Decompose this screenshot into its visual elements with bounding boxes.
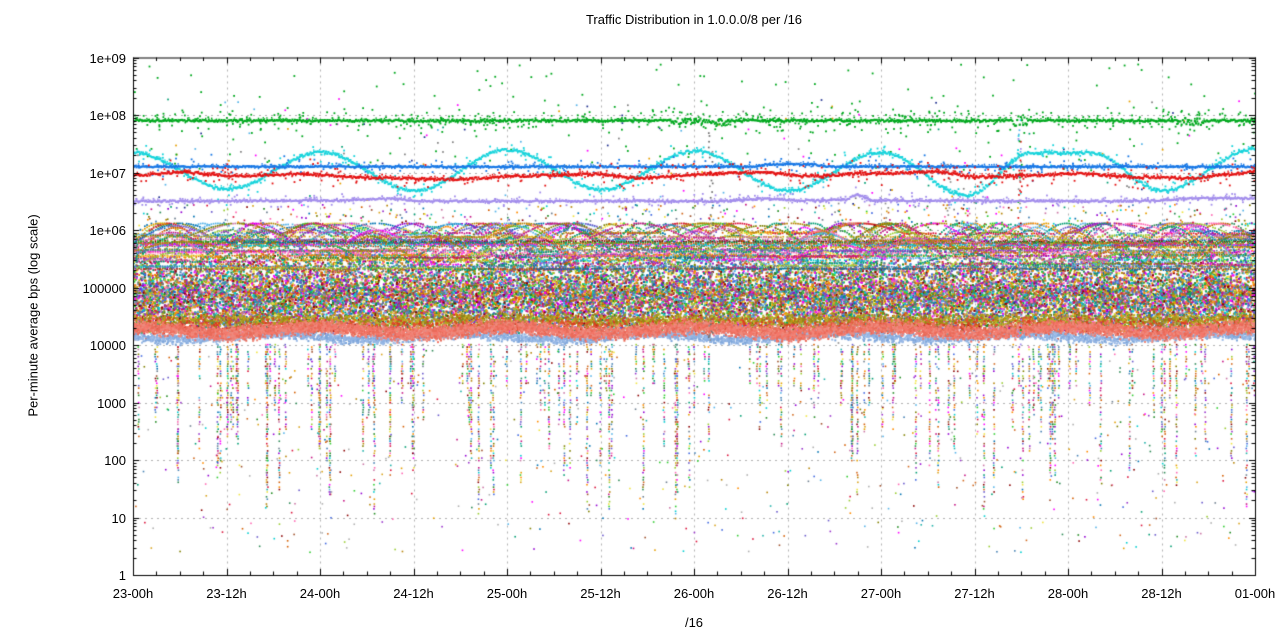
y-tick-label: 1000 — [97, 395, 126, 411]
y-tick-label: 1e+08 — [89, 108, 126, 123]
x-tick-label: 25-12h — [580, 586, 621, 601]
y-tick-label: 1e+09 — [89, 50, 126, 66]
y-tick-label: 100 — [104, 453, 126, 468]
y-tick-label: 10000 — [89, 338, 126, 353]
x-axis-label: /16 — [684, 615, 704, 630]
x-tick-label: 27-00h — [860, 586, 902, 601]
y-tick-label: 1 — [118, 568, 126, 583]
plot-area-canvas — [0, 0, 1280, 640]
y-axis-label: Per-minute average bps (log scale) — [25, 214, 41, 417]
y-tick-label: 1e+07 — [89, 165, 126, 181]
y-tick-label: 100000 — [82, 280, 126, 296]
y-tick-label: 1e+06 — [89, 223, 126, 238]
y-tick-label: 10 — [111, 510, 126, 526]
x-tick-label: 25-00h — [486, 586, 528, 601]
x-tick-label: 26-12h — [767, 586, 808, 601]
x-tick-label: 24-12h — [393, 586, 434, 601]
x-tick-label: 26-00h — [673, 586, 715, 601]
x-tick-label: 28-00h — [1047, 586, 1089, 601]
x-tick-label: 23-00h — [112, 586, 154, 601]
x-tick-label: 27-12h — [954, 586, 995, 601]
x-tick-label: 24-00h — [299, 586, 341, 601]
chart-title: Traffic Distribution in 1.0.0.0/8 per /1… — [585, 12, 803, 27]
x-tick-label: 01-00h — [1234, 586, 1276, 601]
x-tick-label: 28-12h — [1141, 586, 1182, 601]
x-tick-label: 23-12h — [206, 586, 247, 601]
traffic-distribution-chart: Traffic Distribution in 1.0.0.0/8 per /1… — [0, 0, 1280, 640]
